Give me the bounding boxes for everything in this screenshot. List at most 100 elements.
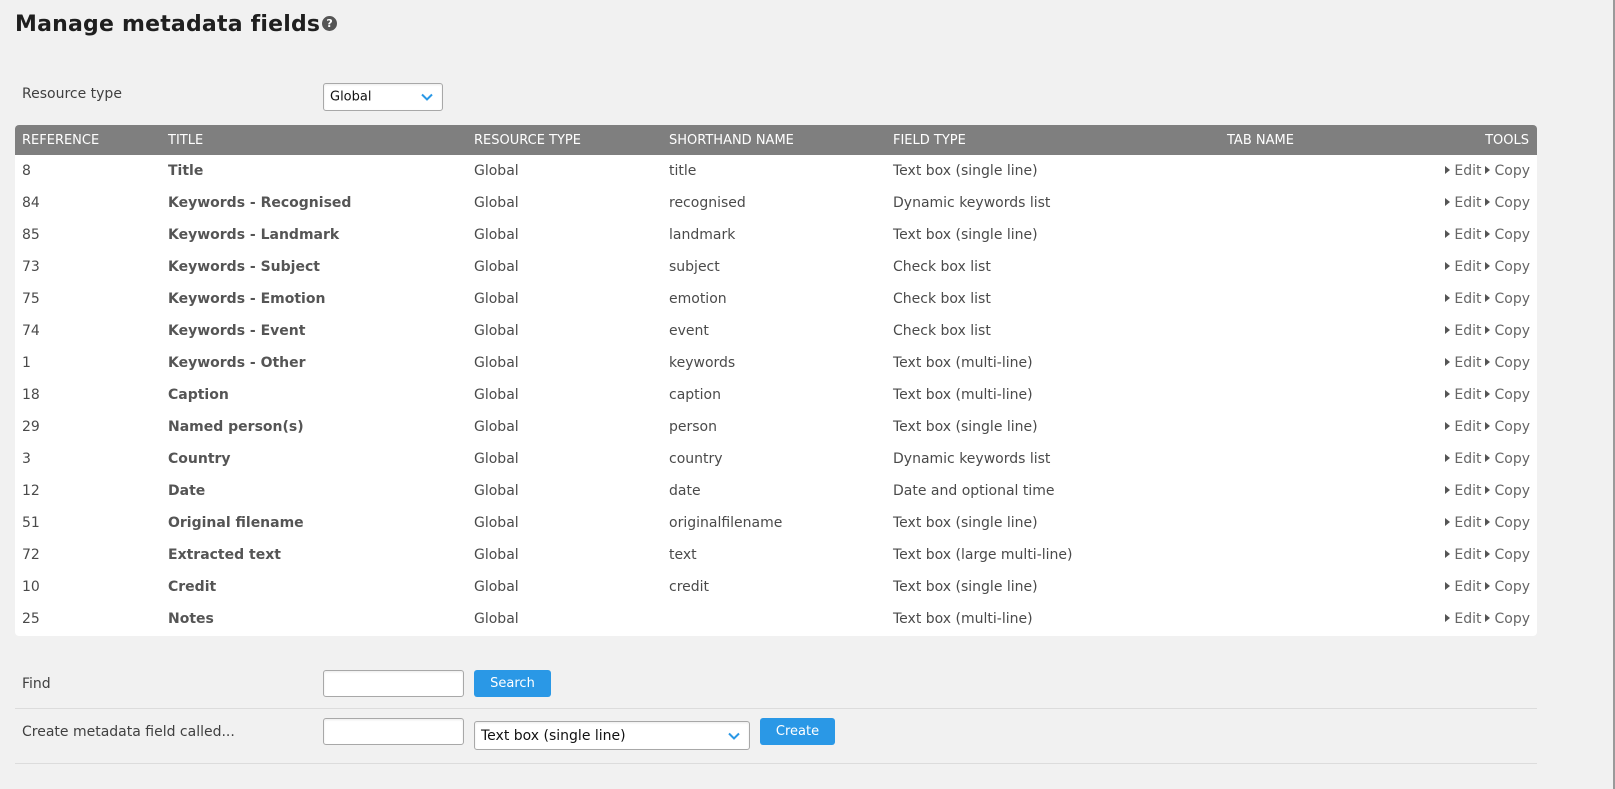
edit-link[interactable]: Edit — [1445, 611, 1481, 627]
copy-link[interactable]: Copy — [1485, 579, 1530, 595]
cell-title: Extracted text — [168, 547, 281, 563]
edit-link[interactable]: Edit — [1445, 547, 1481, 563]
caret-right-icon — [1445, 486, 1451, 494]
caret-right-icon — [1485, 518, 1491, 526]
col-header-resource-type[interactable]: RESOURCE TYPE — [467, 125, 662, 155]
copy-link-label: Copy — [1494, 323, 1530, 339]
col-header-shorthand[interactable]: SHORTHAND NAME — [662, 125, 886, 155]
cell-resource-type: Global — [474, 387, 519, 403]
cell-shorthand: event — [669, 323, 709, 339]
search-button[interactable]: Search — [474, 670, 551, 697]
cell-tab-name — [1220, 347, 1420, 379]
find-label: Find — [22, 676, 51, 692]
copy-link-label: Copy — [1494, 291, 1530, 307]
edit-link[interactable]: Edit — [1445, 323, 1481, 339]
copy-link[interactable]: Copy — [1485, 483, 1530, 499]
resource-type-select[interactable]: Global — [323, 83, 443, 111]
copy-link[interactable]: Copy — [1485, 259, 1530, 275]
resource-type-value: Global — [330, 89, 372, 105]
copy-link[interactable]: Copy — [1485, 547, 1530, 563]
cell-tools: Edit Copy — [1420, 539, 1537, 571]
copy-link-label: Copy — [1494, 515, 1530, 531]
cell-tools: Edit Copy — [1420, 219, 1537, 251]
cell-field-type: Check box list — [893, 291, 991, 307]
create-button[interactable]: Create — [760, 718, 835, 745]
edit-link[interactable]: Edit — [1445, 451, 1481, 467]
copy-link[interactable]: Copy — [1485, 387, 1530, 403]
chevron-down-icon — [728, 732, 740, 740]
edit-link-label: Edit — [1454, 227, 1482, 243]
col-header-field-type[interactable]: FIELD TYPE — [886, 125, 1220, 155]
cell-field-type: Text box (single line) — [893, 227, 1038, 243]
cell-resource-type: Global — [474, 323, 519, 339]
cell-reference: 10 — [22, 579, 40, 595]
edit-link[interactable]: Edit — [1445, 259, 1481, 275]
caret-right-icon — [1445, 166, 1451, 174]
caret-right-icon — [1485, 550, 1491, 558]
caret-right-icon — [1445, 550, 1451, 558]
cell-tools: Edit Copy — [1420, 347, 1537, 379]
edit-link[interactable]: Edit — [1445, 579, 1481, 595]
help-icon[interactable]: ? — [322, 16, 338, 31]
cell-tools: Edit Copy — [1420, 475, 1537, 507]
cell-tools: Edit Copy — [1420, 443, 1537, 475]
col-header-tab-name[interactable]: TAB NAME — [1220, 125, 1420, 155]
cell-reference: 85 — [22, 227, 40, 243]
edit-link[interactable]: Edit — [1445, 387, 1481, 403]
caret-right-icon — [1445, 390, 1451, 398]
copy-link[interactable]: Copy — [1485, 323, 1530, 339]
copy-link[interactable]: Copy — [1485, 419, 1530, 435]
cell-tab-name — [1220, 219, 1420, 251]
cell-reference: 72 — [22, 547, 40, 563]
create-name-input[interactable] — [323, 718, 464, 745]
copy-link[interactable]: Copy — [1485, 291, 1530, 307]
cell-field-type: Check box list — [893, 259, 991, 275]
copy-link[interactable]: Copy — [1485, 515, 1530, 531]
copy-link[interactable]: Copy — [1485, 355, 1530, 371]
col-header-title[interactable]: TITLE — [161, 125, 467, 155]
copy-link[interactable]: Copy — [1485, 227, 1530, 243]
edit-link[interactable]: Edit — [1445, 419, 1481, 435]
caret-right-icon — [1485, 614, 1491, 622]
metadata-fields-table: REFERENCE TITLE RESOURCE TYPE SHORTHAND … — [15, 125, 1537, 636]
copy-link[interactable]: Copy — [1485, 195, 1530, 211]
edit-link-label: Edit — [1454, 579, 1482, 595]
table-row: 8 Title Global title Text box (single line) E… — [15, 155, 1537, 187]
edit-link[interactable]: Edit — [1445, 483, 1481, 499]
caret-right-icon — [1485, 326, 1491, 334]
edit-link[interactable]: Edit — [1445, 195, 1481, 211]
table-row: 1 Keywords - Other Global keywords Text box … — [15, 347, 1537, 379]
cell-shorthand: text — [669, 547, 697, 563]
cell-shorthand: title — [669, 163, 697, 179]
cell-tab-name — [1220, 187, 1420, 219]
cell-resource-type: Global — [474, 547, 519, 563]
find-input[interactable] — [323, 670, 464, 697]
copy-link[interactable]: Copy — [1485, 451, 1530, 467]
edit-link[interactable]: Edit — [1445, 355, 1481, 371]
cell-title: Caption — [168, 387, 229, 403]
caret-right-icon — [1445, 518, 1451, 526]
edit-link-label: Edit — [1454, 515, 1482, 531]
copy-link-label: Copy — [1494, 611, 1530, 627]
col-header-reference[interactable]: REFERENCE — [15, 125, 161, 155]
cell-reference: 12 — [22, 483, 40, 499]
edit-link[interactable]: Edit — [1445, 291, 1481, 307]
copy-link[interactable]: Copy — [1485, 611, 1530, 627]
cell-shorthand: recognised — [669, 195, 746, 211]
edit-link[interactable]: Edit — [1445, 515, 1481, 531]
cell-tools: Edit Copy — [1420, 507, 1537, 539]
cell-resource-type: Global — [474, 579, 519, 595]
edit-link[interactable]: Edit — [1445, 163, 1481, 179]
divider — [15, 708, 1537, 709]
cell-field-type: Date and optional time — [893, 483, 1055, 499]
cell-resource-type: Global — [474, 419, 519, 435]
cell-field-type: Text box (large multi-line) — [893, 547, 1073, 563]
cell-shorthand: person — [669, 419, 717, 435]
field-type-select[interactable]: Text box (single line) — [474, 721, 750, 750]
caret-right-icon — [1445, 294, 1451, 302]
cell-reference: 84 — [22, 195, 40, 211]
edit-link[interactable]: Edit — [1445, 227, 1481, 243]
cell-shorthand: credit — [669, 579, 710, 595]
copy-link[interactable]: Copy — [1485, 163, 1530, 179]
create-label: Create metadata field called... — [22, 724, 235, 740]
